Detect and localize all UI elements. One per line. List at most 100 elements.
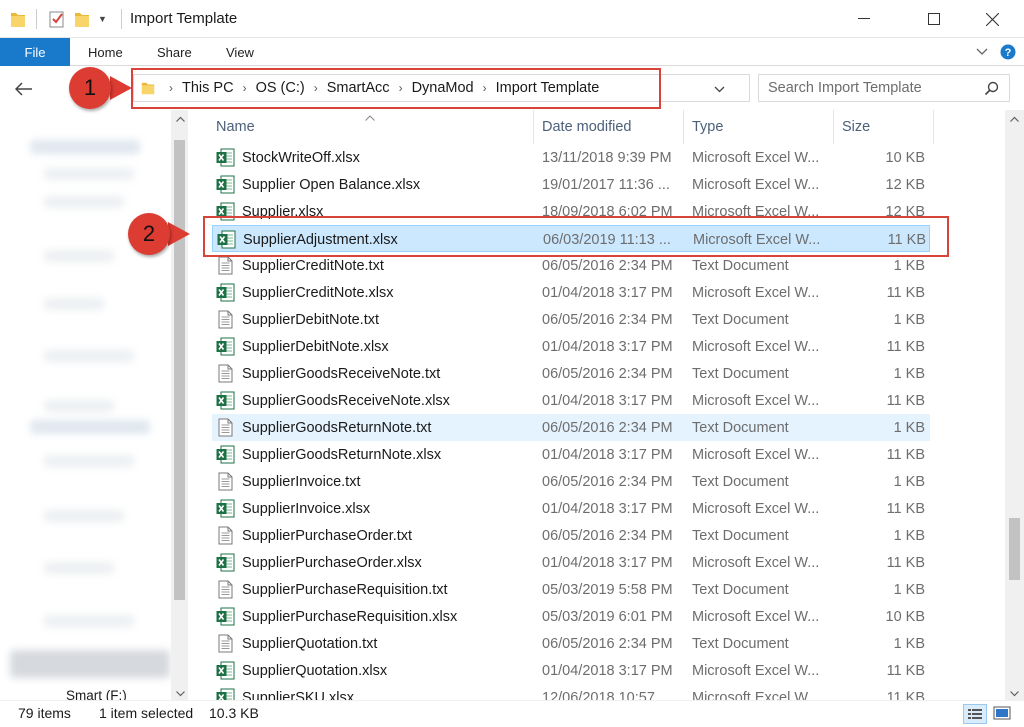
expand-ribbon-icon[interactable] <box>976 38 988 66</box>
details-view-icon[interactable] <box>963 704 987 724</box>
file-name: SupplierDebitNote.xlsx <box>242 338 389 355</box>
column-date-modified[interactable]: Date modified <box>534 110 684 144</box>
properties-icon[interactable] <box>48 9 66 29</box>
customize-toolbar-icon[interactable]: ▼ <box>98 9 107 29</box>
file-name: SupplierQuotation.txt <box>242 635 378 652</box>
excel-file-icon <box>216 499 235 518</box>
file-name: SupplierQuotation.xlsx <box>242 662 388 679</box>
file-row[interactable]: SupplierQuotation.txt 06/05/2016 2:34 PM T… <box>212 630 930 657</box>
file-row[interactable]: SupplierGoodsReturnNote.txt 06/05/2016 2:… <box>212 414 930 441</box>
scroll-up-icon[interactable] <box>1005 110 1024 127</box>
file-type: Text Document <box>692 365 789 382</box>
file-name: SupplierInvoice.xlsx <box>242 500 371 517</box>
scroll-up-icon[interactable] <box>171 110 190 127</box>
title-bar: ▼ Import Template <box>0 0 1024 38</box>
file-date-modified: 06/05/2016 2:34 PM <box>542 473 673 490</box>
file-type: Microsoft Excel W... <box>692 338 820 355</box>
file-list-scroll-thumb[interactable] <box>1009 518 1020 580</box>
search-icon[interactable] <box>984 81 999 99</box>
file-name: SupplierPurchaseOrder.txt <box>242 527 413 544</box>
file-type: Text Document <box>692 473 789 490</box>
folder-icon <box>10 9 26 29</box>
close-button[interactable] <box>969 0 1015 38</box>
file-date-modified: 01/04/2018 3:17 PM <box>542 554 673 571</box>
file-type: Text Document <box>692 311 789 328</box>
file-type: Microsoft Excel W... <box>692 149 820 166</box>
excel-file-icon <box>216 337 235 356</box>
maximize-button[interactable] <box>911 0 957 38</box>
large-icons-view-icon[interactable] <box>991 704 1015 724</box>
file-type: Microsoft Excel W... <box>692 554 820 571</box>
file-type: Microsoft Excel W... <box>692 284 820 301</box>
file-row[interactable]: Supplier Open Balance.xlsx 19/01/2017 11:… <box>212 171 930 198</box>
file-row[interactable]: SupplierInvoice.txt 06/05/2016 2:34 PM Tex… <box>212 468 930 495</box>
svg-text:?: ? <box>1005 47 1012 59</box>
file-name: SupplierGoodsReceiveNote.txt <box>242 365 441 382</box>
status-item-count: 79 items <box>18 705 71 721</box>
file-size: 1 KB <box>893 635 925 652</box>
tab-view[interactable]: View <box>226 38 254 66</box>
annotation-box-address <box>131 68 661 109</box>
file-size: 1 KB <box>893 365 925 382</box>
nav-pane-scrollbar[interactable] <box>171 110 188 702</box>
excel-file-icon <box>216 553 235 572</box>
file-row[interactable]: SupplierInvoice.xlsx 01/04/2018 3:17 PM Mi… <box>212 495 930 522</box>
search-box[interactable] <box>758 74 1010 102</box>
status-selection: 1 item selected <box>99 705 194 721</box>
file-row[interactable]: StockWriteOff.xlsx 13/11/2018 9:39 PM Micr… <box>212 144 930 171</box>
column-type[interactable]: Type <box>684 110 834 144</box>
file-date-modified: 19/01/2017 11:36 ... <box>542 176 670 193</box>
file-date-modified: 06/05/2016 2:34 PM <box>542 635 673 652</box>
file-row[interactable]: SupplierPurchaseRequisition.xlsx 05/03/20… <box>212 603 930 630</box>
column-name[interactable]: Name <box>208 110 534 144</box>
file-date-modified: 01/04/2018 3:17 PM <box>542 662 673 679</box>
file-row[interactable]: SupplierGoodsReceiveNote.xlsx 01/04/2018 … <box>212 387 930 414</box>
file-row[interactable]: SupplierDebitNote.xlsx 01/04/2018 3:17 PM… <box>212 333 930 360</box>
file-size: 1 KB <box>893 419 925 436</box>
file-row[interactable]: SupplierGoodsReceiveNote.txt 06/05/2016 2… <box>212 360 930 387</box>
file-type: Microsoft Excel W... <box>692 662 820 679</box>
file-size: 11 KB <box>886 662 925 679</box>
file-size: 11 KB <box>886 500 925 517</box>
file-date-modified: 01/04/2018 3:17 PM <box>542 446 673 463</box>
column-header-row: Name Date modified Type Size <box>190 110 1005 144</box>
status-bar: 79 items 1 item selected 10.3 KB <box>0 700 1024 727</box>
back-button[interactable] <box>12 78 36 100</box>
annotation-badge-1: 1 <box>69 67 111 109</box>
file-row[interactable]: SupplierCreditNote.xlsx 01/04/2018 3:17 P… <box>212 279 930 306</box>
help-icon[interactable]: ? <box>1000 38 1016 66</box>
file-size: 1 KB <box>893 473 925 490</box>
file-name: StockWriteOff.xlsx <box>242 149 360 166</box>
tab-share[interactable]: Share <box>157 38 192 66</box>
file-name: SupplierPurchaseRequisition.xlsx <box>242 608 458 625</box>
file-size: 1 KB <box>893 527 925 544</box>
file-row[interactable]: SupplierDebitNote.txt 06/05/2016 2:34 PM T… <box>212 306 930 333</box>
file-type: Microsoft Excel W... <box>692 608 820 625</box>
text-file-icon <box>218 526 233 545</box>
file-row[interactable]: SupplierGoodsReturnNote.xlsx 01/04/2018 3… <box>212 441 930 468</box>
chevron-down-icon[interactable] <box>714 81 725 97</box>
file-row[interactable]: SupplierQuotation.xlsx 01/04/2018 3:17 PM… <box>212 657 930 684</box>
search-input[interactable] <box>759 75 969 101</box>
file-list[interactable]: Name Date modified Type Size StockWriteO… <box>190 110 1005 702</box>
file-name: SupplierDebitNote.txt <box>242 311 380 328</box>
file-list-scrollbar[interactable] <box>1005 110 1024 702</box>
file-name: SupplierPurchaseOrder.xlsx <box>242 554 422 571</box>
text-file-icon <box>218 256 233 275</box>
nav-pane-scroll-thumb[interactable] <box>174 140 185 600</box>
navigation-pane[interactable]: Smart (F:) <box>0 110 190 702</box>
tab-home[interactable]: Home <box>88 38 123 66</box>
file-size: 1 KB <box>893 311 925 328</box>
file-row[interactable]: SupplierPurchaseRequisition.txt 05/03/201… <box>212 576 930 603</box>
file-row[interactable]: SupplierPurchaseOrder.xlsx 01/04/2018 3:1… <box>212 549 930 576</box>
file-row[interactable]: SupplierPurchaseOrder.txt 06/05/2016 2:34… <box>212 522 930 549</box>
excel-file-icon <box>216 661 235 680</box>
file-date-modified: 01/04/2018 3:17 PM <box>542 338 673 355</box>
new-folder-icon[interactable] <box>74 9 90 29</box>
file-date-modified: 01/04/2018 3:17 PM <box>542 500 673 517</box>
file-size: 12 KB <box>885 176 926 193</box>
text-file-icon <box>218 364 233 383</box>
minimize-button[interactable] <box>841 0 887 38</box>
tab-file[interactable]: File <box>0 38 70 66</box>
column-size[interactable]: Size <box>834 110 934 144</box>
